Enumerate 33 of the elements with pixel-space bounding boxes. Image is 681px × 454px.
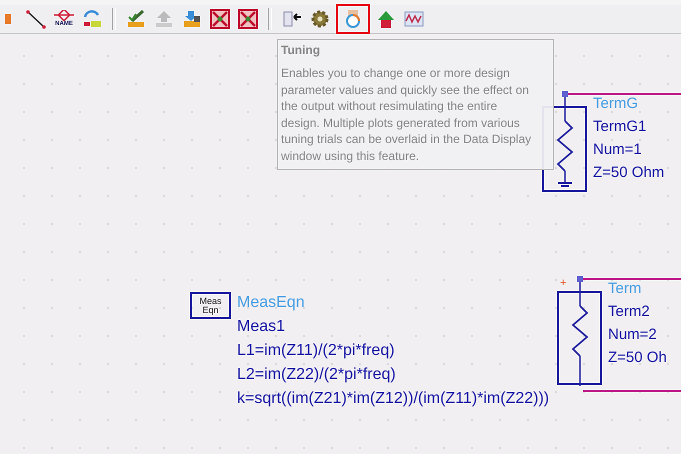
push-arrow-icon [282, 9, 302, 29]
tooltip-text: Enables you to change one or more design parameter values and quickly see the effect on the output without resimulating the entire design. Multiple plots generated from various tuning trials can be overlaid in the Data Display window using this feature. [281, 65, 532, 164]
up-arrow-icon [154, 9, 174, 29]
parameter-text: Num=2 [608, 326, 658, 344]
edit-icon [126, 9, 146, 29]
cross-box-icon [238, 9, 258, 29]
instance-name: TermG1 [593, 118, 648, 136]
cross-box-icon [210, 9, 230, 29]
pin-icon [54, 10, 74, 21]
gear-icon [310, 9, 330, 29]
dial-icon [343, 9, 363, 29]
wire-icon [26, 9, 46, 29]
parameter-text: Z=50 Oh [608, 349, 667, 367]
icon-label: Eqn [202, 306, 218, 314]
equation-text: k=sqrt((im(Z21)*im(Z12))/(im(Z11)*im(Z22))) [237, 389, 550, 409]
cross-tool-button[interactable] [236, 6, 260, 32]
cross-tool-button[interactable] [208, 6, 232, 32]
component-type: MeasEqn [237, 293, 306, 313]
equation-text: L2=im(Z22)/(2*pi*freq) [237, 365, 397, 385]
parameter-text: Num=1 [593, 141, 643, 159]
parameter-text: Z=50 Ohm [593, 164, 664, 182]
tooltip-title: Tuning [281, 43, 322, 57]
folder-lock-icon [182, 9, 202, 29]
icon-label: Meas [199, 296, 222, 306]
instance-name: Meas1 [237, 317, 286, 337]
swap-icon [82, 9, 102, 29]
equation-text: L1=im(Z11)/(2*pi*freq) [237, 341, 396, 361]
component-type: TermG [593, 95, 639, 113]
polarity-mark: + [560, 278, 566, 289]
instance-name: Term2 [608, 303, 651, 321]
waveform-icon [404, 9, 424, 29]
up-arrow-icon [376, 9, 396, 29]
component-type: Term [608, 280, 642, 298]
